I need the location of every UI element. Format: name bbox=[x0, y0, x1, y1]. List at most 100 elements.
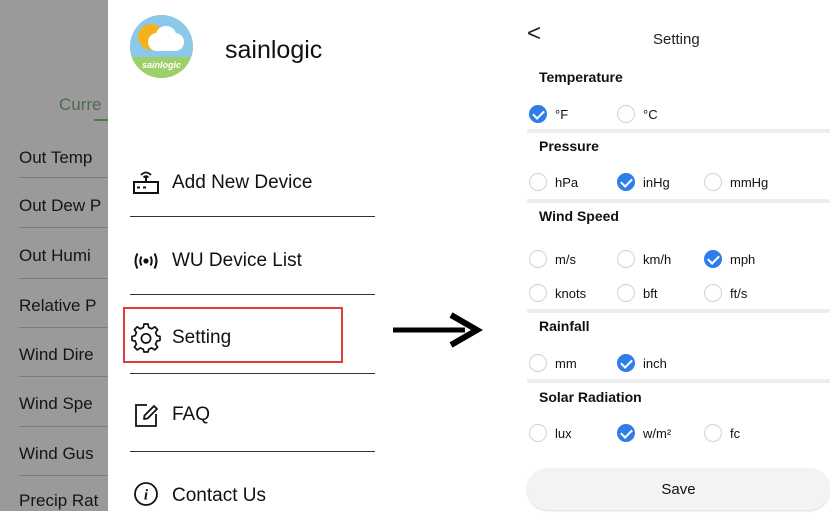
radio-unchecked-icon bbox=[529, 250, 547, 268]
option-label: w/m² bbox=[643, 425, 672, 441]
option-label: fc bbox=[730, 425, 741, 441]
info-icon: i bbox=[130, 480, 162, 512]
bg-divider bbox=[19, 278, 120, 279]
wireless-signal-icon bbox=[130, 245, 162, 277]
radio-unchecked-icon bbox=[529, 284, 547, 302]
section-title-rainfall: Rainfall bbox=[539, 318, 590, 334]
menu-item-add-new-device[interactable]: Add New Device bbox=[130, 167, 375, 219]
section-title-solar-radiation: Solar Radiation bbox=[539, 389, 642, 405]
option-lux[interactable]: lux bbox=[529, 422, 572, 444]
option-knots[interactable]: knots bbox=[529, 282, 586, 304]
bg-row-out-temp: Out Temp bbox=[19, 148, 93, 167]
option-label: m/s bbox=[555, 251, 576, 267]
section-divider bbox=[527, 309, 830, 313]
option-kmh[interactable]: km/h bbox=[617, 248, 671, 270]
radio-checked-icon bbox=[617, 173, 635, 191]
radio-unchecked-icon bbox=[704, 173, 722, 191]
option-wm2[interactable]: w/m² bbox=[617, 422, 671, 444]
option-label: bft bbox=[643, 285, 658, 301]
option-label: inHg bbox=[643, 174, 670, 190]
bg-divider bbox=[19, 426, 120, 427]
option-hpa[interactable]: hPa bbox=[529, 171, 578, 193]
option-bft[interactable]: bft bbox=[617, 282, 657, 304]
radio-checked-icon bbox=[617, 424, 635, 442]
settings-screen: < Setting Temperature °F °C Pressure hPa… bbox=[527, 22, 830, 511]
radio-checked-icon bbox=[617, 354, 635, 372]
option-label: mph bbox=[730, 251, 756, 267]
right-arrow-icon bbox=[393, 312, 483, 348]
menu-divider bbox=[130, 216, 375, 217]
radio-unchecked-icon bbox=[704, 284, 722, 302]
bg-divider bbox=[19, 376, 120, 377]
section-divider bbox=[527, 199, 830, 203]
radio-unchecked-icon bbox=[617, 250, 635, 268]
menu-divider bbox=[130, 373, 375, 374]
bg-divider bbox=[19, 177, 120, 178]
menu-label: Add New Device bbox=[172, 172, 313, 193]
option-ms[interactable]: m/s bbox=[529, 248, 576, 270]
bg-row-out-humidity: Out Humi bbox=[19, 246, 91, 265]
menu-divider bbox=[130, 451, 375, 452]
svg-text:i: i bbox=[144, 488, 149, 504]
radio-checked-icon bbox=[529, 105, 547, 123]
logo-wordmark: sainlogic bbox=[130, 57, 193, 78]
background-app-panel: Curre Out Temp Out Dew P Out Humi Relati… bbox=[0, 0, 120, 511]
option-mph[interactable]: mph bbox=[704, 248, 755, 270]
bg-row-relative-pressure: Relative P bbox=[19, 296, 97, 315]
bg-row-wind-direction: Wind Dire bbox=[19, 345, 94, 364]
section-title-wind-speed: Wind Speed bbox=[539, 208, 619, 224]
option-label: lux bbox=[555, 425, 572, 441]
option-inhg[interactable]: inHg bbox=[617, 171, 670, 193]
option-mmhg[interactable]: mmHg bbox=[704, 171, 768, 193]
radio-unchecked-icon bbox=[704, 424, 722, 442]
option-label: °C bbox=[643, 106, 658, 122]
option-mm[interactable]: mm bbox=[529, 352, 577, 374]
radio-unchecked-icon bbox=[529, 173, 547, 191]
menu-item-faq[interactable]: FAQ bbox=[130, 399, 375, 451]
section-divider bbox=[527, 379, 830, 383]
menu-label: WU Device List bbox=[172, 250, 302, 271]
option-inch[interactable]: inch bbox=[617, 352, 667, 374]
bg-row-wind-gust: Wind Gus bbox=[19, 444, 94, 463]
option-label: km/h bbox=[643, 251, 672, 267]
option-label: °F bbox=[555, 106, 569, 122]
radio-checked-icon bbox=[704, 250, 722, 268]
menu-divider bbox=[130, 294, 375, 295]
sainlogic-logo: sainlogic bbox=[130, 15, 193, 78]
bg-divider bbox=[19, 475, 120, 476]
brand-name: sainlogic bbox=[225, 36, 323, 64]
radio-unchecked-icon bbox=[617, 284, 635, 302]
option-fts[interactable]: ft/s bbox=[704, 282, 747, 304]
bg-divider bbox=[19, 327, 120, 328]
bg-row-out-dew: Out Dew P bbox=[19, 196, 102, 215]
menu-label: FAQ bbox=[172, 404, 211, 425]
gear-icon bbox=[130, 322, 162, 354]
option-label: ft/s bbox=[730, 285, 748, 301]
menu-label: Setting bbox=[172, 327, 232, 348]
navigation-drawer: sainlogic sainlogic Add New Device WU De… bbox=[108, 0, 388, 511]
edit-icon bbox=[130, 399, 162, 431]
section-title-temperature: Temperature bbox=[539, 69, 623, 85]
page-title: Setting bbox=[653, 31, 700, 48]
section-title-pressure: Pressure bbox=[539, 138, 599, 154]
save-button[interactable]: Save bbox=[527, 468, 830, 510]
bg-row-precip-rate: Precip Rat bbox=[19, 491, 99, 510]
radio-unchecked-icon bbox=[529, 354, 547, 372]
current-tab-label: Curre bbox=[59, 95, 102, 114]
menu-item-setting[interactable]: Setting bbox=[130, 322, 375, 374]
bg-divider bbox=[19, 227, 120, 228]
option-label: mmHg bbox=[730, 174, 769, 190]
back-button[interactable]: < bbox=[527, 22, 541, 46]
radio-unchecked-icon bbox=[617, 105, 635, 123]
option-fahrenheit[interactable]: °F bbox=[529, 103, 568, 125]
option-celsius[interactable]: °C bbox=[617, 103, 658, 125]
router-icon bbox=[130, 167, 162, 199]
radio-unchecked-icon bbox=[529, 424, 547, 442]
option-label: hPa bbox=[555, 174, 579, 190]
option-fc[interactable]: fc bbox=[704, 422, 740, 444]
menu-item-contact-us[interactable]: i Contact Us bbox=[130, 480, 375, 532]
menu-label: Contact Us bbox=[172, 485, 266, 506]
menu-item-wu-device-list[interactable]: WU Device List bbox=[130, 245, 375, 297]
section-divider bbox=[527, 129, 830, 133]
option-label: knots bbox=[555, 285, 587, 301]
